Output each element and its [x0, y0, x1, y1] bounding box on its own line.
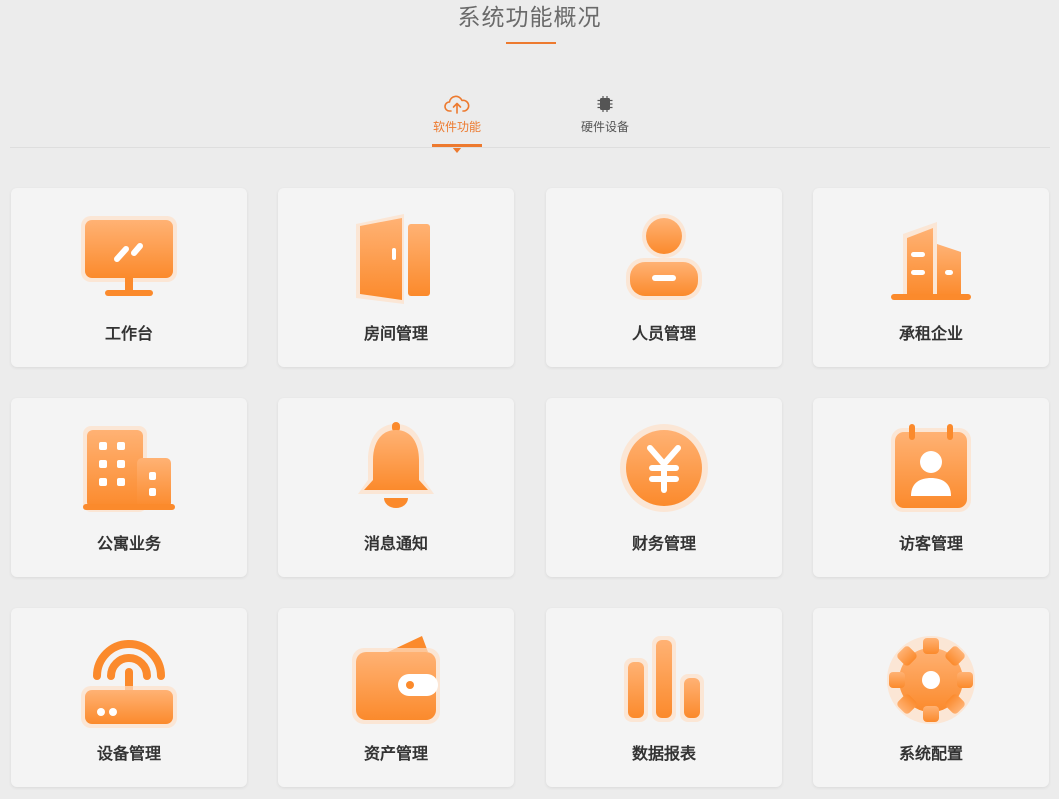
card-asset-management[interactable]: 资产管理 — [278, 608, 514, 787]
card-label: 设备管理 — [96, 744, 161, 763]
card-message-notification[interactable]: 消息通知 — [278, 398, 514, 577]
card-workbench[interactable]: 工作台 — [11, 188, 247, 367]
tab-bar: 软件功能 硬件设备 — [0, 92, 1059, 153]
tab-hardware[interactable]: 硬件设备 — [560, 92, 650, 148]
chip-icon — [597, 96, 613, 112]
card-system-config[interactable]: 系统配置 — [813, 608, 1049, 787]
card-label: 房间管理 — [363, 324, 428, 343]
card-label: 数据报表 — [631, 744, 696, 763]
card-label: 访客管理 — [898, 534, 963, 553]
gear-icon — [887, 636, 975, 724]
person-icon — [626, 214, 702, 300]
apartment-icon — [83, 426, 175, 512]
bar-chart-icon — [624, 636, 704, 722]
card-data-report[interactable]: 数据报表 — [546, 608, 782, 787]
card-finance-management[interactable]: 财务管理 — [546, 398, 782, 577]
cloud-upload-icon — [444, 95, 470, 114]
card-visitor-management[interactable]: 访客管理 — [813, 398, 1049, 577]
card-label: 消息通知 — [363, 534, 428, 553]
buildings-icon — [891, 222, 971, 300]
wallet-icon — [352, 636, 440, 724]
card-tenant-enterprise[interactable]: 承租企业 — [813, 188, 1049, 367]
card-personnel-management[interactable]: 人员管理 — [546, 188, 782, 367]
card-label: 系统配置 — [898, 744, 963, 763]
card-label: 财务管理 — [631, 534, 696, 553]
card-label: 人员管理 — [631, 324, 696, 343]
card-label: 工作台 — [104, 324, 153, 343]
card-label: 资产管理 — [363, 744, 428, 763]
page-title: 系统功能概况 — [457, 5, 602, 31]
card-room-management[interactable]: 房间管理 — [278, 188, 514, 367]
card-apartment-business[interactable]: 公寓业务 — [11, 398, 247, 577]
door-icon — [356, 214, 430, 304]
visitor-badge-icon — [891, 424, 971, 512]
card-device-management[interactable]: 设备管理 — [11, 608, 247, 787]
card-label: 承租企业 — [898, 324, 963, 343]
yuan-coin-icon — [620, 424, 708, 512]
card-label: 公寓业务 — [96, 534, 161, 553]
tab-software[interactable]: 软件功能 — [412, 92, 502, 153]
bell-icon — [358, 422, 434, 508]
monitor-icon — [81, 216, 177, 296]
tab-hardware-label: 硬件设备 — [580, 120, 629, 134]
router-icon — [81, 640, 177, 728]
title-underline — [506, 42, 556, 44]
tabs-divider — [10, 147, 1050, 148]
tab-software-label: 软件功能 — [432, 120, 481, 134]
